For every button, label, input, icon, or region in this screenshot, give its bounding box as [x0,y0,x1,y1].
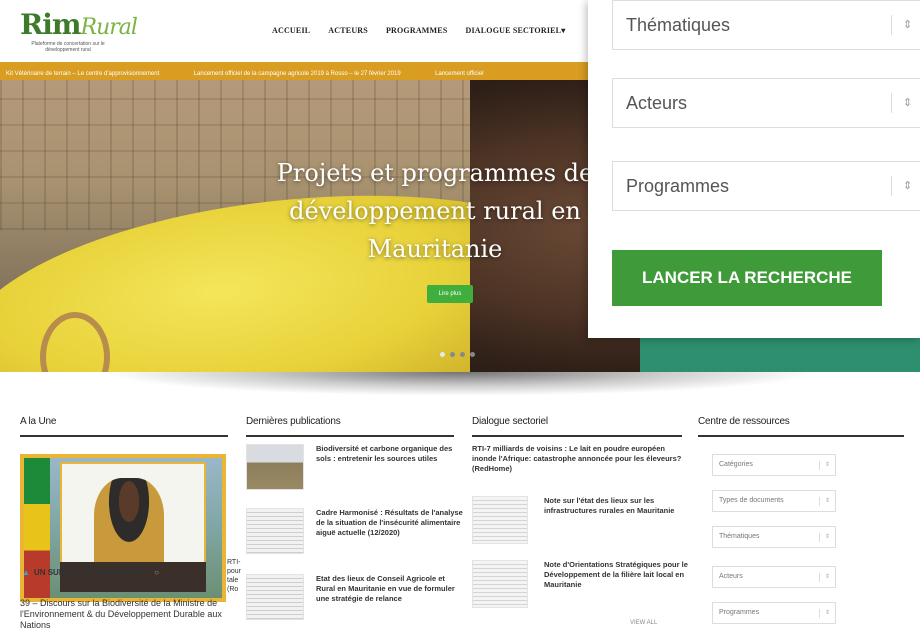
updown-arrow-icon: ⇕ [825,574,831,580]
select-divider [819,573,820,582]
slider-dots [440,352,475,357]
thematiques-select[interactable]: Thématiques ⇕ [612,0,920,50]
categories-select[interactable]: Catégories ⇕ [712,454,836,476]
une-section: A la Une ▲ UN SUMMIT ON BIODIVERSITY ○ 39… [20,416,241,628]
dialogue-thumbnail [472,560,528,608]
select-divider [819,609,820,618]
publication-thumbnail [246,444,304,490]
document-types-select[interactable]: Types de documents ⇕ [712,490,836,512]
une-caption: ▲ UN SUMMIT ON BIODIVERSITY ○ [22,568,159,577]
dialogue-heading: Dialogue sectoriel [472,416,682,437]
ticker-item[interactable]: Kit Vétérinaire de terrain – Le centre d… [6,71,159,77]
une-heading: A la Une [20,416,228,437]
slider-dot[interactable] [440,352,445,357]
speaker-image [94,478,164,572]
select-divider [891,93,892,113]
updown-arrow-icon: ⇕ [825,498,831,504]
section-divider-shadow [100,372,820,396]
publication-item[interactable]: Cadre Harmonisé : Résultats de l'analyse… [246,508,466,566]
dialogue-lead-link[interactable]: RTI-7 milliards de voisins : Le lait en … [472,444,682,474]
une-side-text[interactable]: RTI-pour tale (Ro [227,558,247,594]
publication-thumbnail [246,574,304,620]
updown-arrow-icon: ⇕ [825,610,831,616]
select-label: Acteurs [719,573,743,580]
news-ticker: Kit Vétérinaire de terrain – Le centre d… [0,62,600,80]
updown-arrow-icon: ⇕ [825,534,831,540]
nav-dialogue-sectoriel[interactable]: DIALOGUE SECTORIEL▾ [466,26,566,35]
select-label: Types de documents [719,497,784,504]
publication-item[interactable]: Biodiversité et carbone organique des so… [246,444,466,502]
ticker-item[interactable]: Lancement officiel [435,71,483,77]
une-video-thumbnail[interactable] [20,454,226,602]
slider-dot[interactable] [460,352,465,357]
site-logo[interactable]: RimRural Plateforme de concertation sur … [20,8,138,58]
search-panel: Thématiques ⇕ Acteurs ⇕ Programmes ⇕ LAN… [588,0,920,338]
resources-heading: Centre de ressources [698,416,904,437]
publication-thumbnail [246,508,304,554]
dialogue-title[interactable]: Note d'Orientations Stratégiques pour le… [544,560,688,590]
slider-dot[interactable] [470,352,475,357]
une-article-link[interactable]: 39 – Discours sur la Biodiversité de la … [20,598,224,628]
dialogue-section: Dialogue sectoriel RTI-7 milliards de vo… [472,416,688,628]
launch-search-button[interactable]: LANCER LA RECHERCHE [612,250,882,306]
dialogue-title[interactable]: Note sur l'état des lieux sur les infras… [544,496,688,516]
loading-icon: ○ [154,568,160,577]
publication-item[interactable]: Etat des lieux de Conseil Agricole et Ru… [246,574,466,628]
programmes-select[interactable]: Programmes ⇕ [612,161,920,211]
logo-tagline: Plateforme de concertation sur le dévelo… [31,41,105,53]
select-divider [891,176,892,196]
resources-section: Centre de ressources Catégories ⇕ Types … [698,416,904,628]
select-divider [891,15,892,35]
nav-acteurs[interactable]: ACTEURS [328,26,368,35]
select-label: Programmes [626,176,730,196]
updown-arrow-icon: ⇕ [903,19,913,31]
dialogue-thumbnail [472,496,528,544]
publication-title[interactable]: Cadre Harmonisé : Résultats de l'analyse… [316,508,466,538]
site-header: RimRural Plateforme de concertation sur … [0,0,600,62]
select-divider [819,461,820,470]
logo-accent-text: Rural [80,15,138,40]
logo-main-text: Rim [20,8,82,41]
acteurs-select-small[interactable]: Acteurs ⇕ [712,566,836,588]
programmes-select-small[interactable]: Programmes ⇕ [712,602,836,624]
select-label: Thématiques [719,533,760,540]
publication-title[interactable]: Etat des lieux de Conseil Agricole et Ru… [316,574,466,604]
view-all-link[interactable]: VIEW ALL [630,620,657,626]
hero-title: Projets et programmes de développement r… [276,159,594,263]
select-label: Catégories [719,461,753,468]
select-divider [819,497,820,506]
une-caption-text: UN SUMMIT ON BIODIVERSITY [33,568,153,577]
info-icon: ▲ [22,568,30,577]
publications-heading: Dernières publications [246,416,454,437]
select-divider [819,533,820,542]
updown-arrow-icon: ⇕ [903,97,913,109]
select-label: Acteurs [626,93,688,113]
slider-dot[interactable] [450,352,455,357]
thematiques-select-small[interactable]: Thématiques ⇕ [712,526,836,548]
updown-arrow-icon: ⇕ [903,180,913,192]
acteurs-select[interactable]: Acteurs ⇕ [612,78,920,128]
updown-arrow-icon: ⇕ [825,462,831,468]
select-label: Programmes [719,609,760,616]
main-nav: ACCUEIL ACTEURS PROGRAMMES DIALOGUE SECT… [272,26,565,35]
flag-image [24,458,50,598]
publication-title[interactable]: Biodiversité et carbone organique des so… [316,444,466,464]
nav-accueil[interactable]: ACCUEIL [272,26,310,35]
page: Projets et programmes de développement r… [0,0,920,628]
read-more-button[interactable]: Lire plus [427,285,473,303]
desk-image [60,562,206,592]
nav-programmes[interactable]: PROGRAMMES [386,26,448,35]
publications-section: Dernières publications Biodiversité et c… [246,416,463,628]
select-label: Thématiques [626,15,731,35]
ticker-item[interactable]: Lancement officiel de la campagne agrico… [194,71,401,77]
